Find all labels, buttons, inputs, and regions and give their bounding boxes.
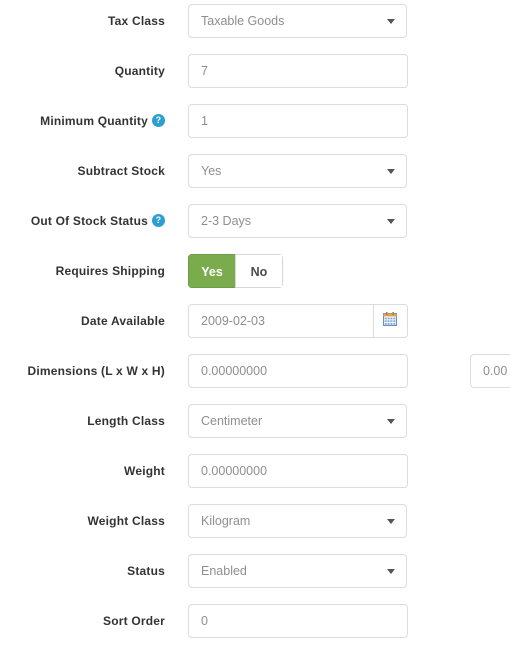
toggle-requires-shipping-yes[interactable]: Yes	[188, 254, 235, 288]
form-row-weight-class: Weight Class Kilogram	[0, 504, 510, 554]
input-sort-order[interactable]: 0	[188, 604, 408, 638]
label-text: Sort Order	[102, 614, 165, 628]
label-text: Subtract Stock	[77, 164, 165, 178]
label-text: Requires Shipping	[55, 264, 165, 278]
select-value: Yes	[201, 164, 222, 178]
label-text: Status	[127, 564, 165, 578]
help-circle-icon[interactable]: ?	[152, 214, 165, 228]
input-dimension-width[interactable]: 0.00	[470, 354, 510, 388]
label-text: Quantity	[114, 64, 165, 78]
field-wrap-date-available: 2009-02-03	[188, 304, 408, 338]
form-row-out-of-stock-status: Out Of Stock Status? 2-3 Days	[0, 204, 510, 254]
form-row-minimum-quantity: Minimum Quantity? 1	[0, 104, 510, 154]
chevron-down-icon	[387, 519, 395, 524]
field-wrap-tax-class: Taxable Goods	[188, 4, 407, 38]
form-row-weight: Weight 0.00000000	[0, 454, 510, 504]
form-row-length-class: Length Class Centimeter	[0, 404, 510, 454]
label-requires-shipping: Requires Shipping	[0, 254, 165, 288]
label-dimensions: Dimensions (L x W x H)	[0, 354, 165, 388]
label-subtract-stock: Subtract Stock	[0, 154, 165, 188]
field-wrap-minimum-quantity: 1	[188, 104, 408, 138]
calendar-button[interactable]	[372, 304, 408, 338]
label-date-available: Date Available	[0, 304, 165, 338]
form-row-tax-class: Tax Class Taxable Goods	[0, 4, 510, 54]
form-row-status: Status Enabled	[0, 554, 510, 604]
field-wrap-length-class: Centimeter	[188, 404, 407, 438]
select-out-of-stock-status[interactable]: 2-3 Days	[188, 204, 407, 238]
select-length-class[interactable]: Centimeter	[188, 404, 407, 438]
date-input-group: 2009-02-03	[188, 304, 408, 338]
input-quantity[interactable]: 7	[188, 54, 408, 88]
select-value: Centimeter	[201, 414, 263, 428]
field-wrap-subtract-stock: Yes	[188, 154, 407, 188]
input-weight[interactable]: 0.00000000	[188, 454, 408, 488]
label-weight-class: Weight Class	[0, 504, 165, 538]
label-text: Out Of Stock Status	[30, 214, 148, 228]
toggle-group-requires-shipping: Yes No	[188, 254, 283, 288]
select-value: Enabled	[201, 564, 247, 578]
label-text: Length Class	[87, 414, 165, 428]
chevron-down-icon	[387, 419, 395, 424]
label-out-of-stock-status: Out Of Stock Status?	[0, 204, 165, 238]
form-row-sort-order: Sort Order 0	[0, 604, 510, 654]
form-row-dimensions: Dimensions (L x W x H) 0.00 0.00000000	[0, 354, 510, 404]
field-wrap-weight-class: Kilogram	[188, 504, 407, 538]
label-text: Minimum Quantity	[40, 114, 148, 128]
label-minimum-quantity: Minimum Quantity?	[0, 104, 165, 138]
field-wrap-quantity: 7	[188, 54, 408, 88]
field-wrap-weight: 0.00000000	[188, 454, 408, 488]
label-text: Weight Class	[87, 514, 165, 528]
field-wrap-requires-shipping: Yes No	[188, 254, 283, 288]
label-weight: Weight	[0, 454, 165, 488]
select-status[interactable]: Enabled	[188, 554, 407, 588]
input-date-available[interactable]: 2009-02-03	[188, 304, 373, 338]
label-text: Dimensions (L x W x H)	[27, 364, 165, 378]
select-value: Kilogram	[201, 514, 251, 528]
chevron-down-icon	[387, 19, 395, 24]
label-sort-order: Sort Order	[0, 604, 165, 638]
field-wrap-sort-order: 0	[188, 604, 408, 638]
input-dimension-length[interactable]: 0.00000000	[188, 354, 408, 388]
label-length-class: Length Class	[0, 404, 165, 438]
label-text: Weight	[124, 464, 165, 478]
chevron-down-icon	[387, 569, 395, 574]
chevron-down-icon	[387, 169, 395, 174]
form-row-date-available: Date Available 2009-02-03	[0, 304, 510, 354]
select-value: Taxable Goods	[201, 14, 285, 28]
label-tax-class: Tax Class	[0, 4, 165, 38]
input-minimum-quantity[interactable]: 1	[188, 104, 408, 138]
label-text: Date Available	[81, 314, 165, 328]
select-subtract-stock[interactable]: Yes	[188, 154, 407, 188]
form-row-requires-shipping: Requires Shipping Yes No	[0, 254, 510, 304]
product-data-form: Tax Class Taxable Goods Quantity 7 Minimum Q…	[0, 0, 510, 656]
select-tax-class[interactable]: Taxable Goods	[188, 4, 407, 38]
toggle-requires-shipping-no[interactable]: No	[235, 254, 283, 288]
calendar-icon	[383, 311, 398, 331]
select-value: 2-3 Days	[201, 214, 252, 228]
select-weight-class[interactable]: Kilogram	[188, 504, 407, 538]
field-wrap-status: Enabled	[188, 554, 407, 588]
chevron-down-icon	[387, 219, 395, 224]
form-row-subtract-stock: Subtract Stock Yes	[0, 154, 510, 204]
field-wrap-out-of-stock-status: 2-3 Days	[188, 204, 407, 238]
field-wrap-dimensions: 0.00000000	[188, 354, 408, 388]
label-text: Tax Class	[108, 14, 165, 28]
label-status: Status	[0, 554, 165, 588]
help-circle-icon[interactable]: ?	[152, 114, 165, 128]
label-quantity: Quantity	[0, 54, 165, 88]
form-row-quantity: Quantity 7	[0, 54, 510, 104]
